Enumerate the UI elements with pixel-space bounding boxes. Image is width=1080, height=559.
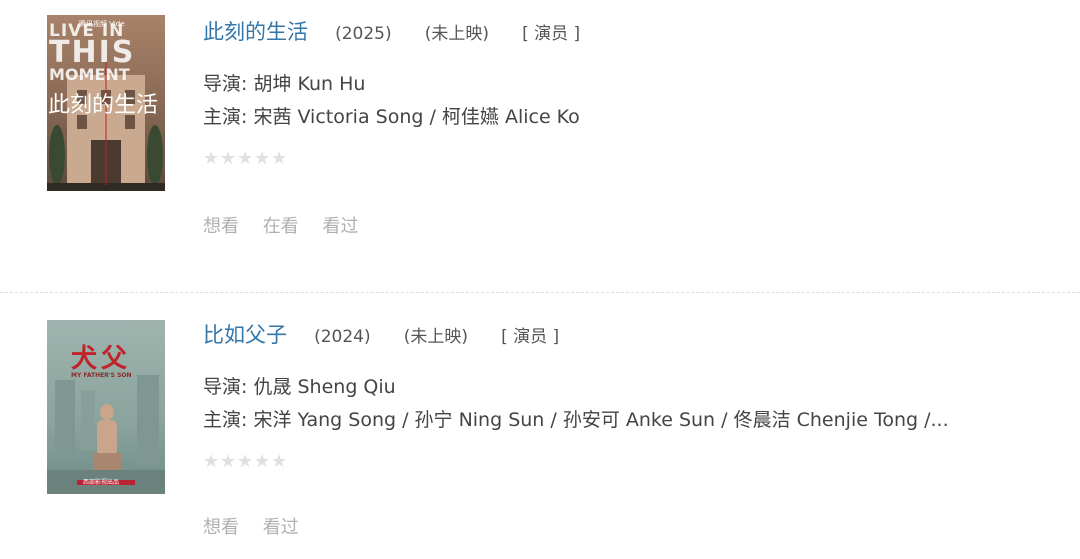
credits: 导演: 胡坤 Kun Hu 主演: 宋茜 Victoria Song / 柯佳嬿… xyxy=(203,68,1080,134)
list-item: 犬父 MY FATHER'S SON 西部影视出品 比如父子 (2024) (未… xyxy=(0,292,1080,559)
cast-line: 主演: 宋茜 Victoria Song / 柯佳嬿 Alice Ko xyxy=(203,106,580,128)
want-to-watch-link[interactable]: 想看 xyxy=(203,517,239,538)
release-status: (未上映) xyxy=(403,327,468,347)
star-empty-icon: ★ xyxy=(237,451,254,472)
star-empty-icon: ★ xyxy=(203,148,220,169)
poster-en-line3: MOMENT xyxy=(49,65,130,84)
watched-link[interactable]: 看过 xyxy=(263,517,299,538)
rating-stars: ★ ★ ★ ★ ★ xyxy=(203,453,1080,475)
filmography-list: 腾讯视频 Vide LIVE IN THIS MOMENT 此刻的生活 此刻的生… xyxy=(0,0,1080,559)
rating-stars: ★ ★ ★ ★ ★ xyxy=(203,150,1080,172)
credits: 导演: 仇晟 Sheng Qiu 主演: 宋洋 Yang Song / 孙宁 N… xyxy=(203,371,1080,437)
item-info: 比如父子 (2024) (未上映) [ 演员 ] 导演: 仇晟 Sheng Qi… xyxy=(203,319,1080,539)
watched-link[interactable]: 看过 xyxy=(322,216,358,237)
poster-cn-title: 此刻的生活 xyxy=(48,93,159,118)
star-empty-icon: ★ xyxy=(254,148,271,169)
year-label: (2025) xyxy=(335,24,392,44)
star-empty-icon: ★ xyxy=(203,451,220,472)
cast-line: 主演: 宋洋 Yang Song / 孙宁 Ning Sun / 孙安可 Ank… xyxy=(203,409,949,431)
role-label: [ 演员 ] xyxy=(501,327,560,347)
list-item: 腾讯视频 Vide LIVE IN THIS MOMENT 此刻的生活 此刻的生… xyxy=(0,0,1080,292)
star-empty-icon: ★ xyxy=(271,451,288,472)
movie-title-link[interactable]: 此刻的生活 xyxy=(203,20,308,44)
star-empty-icon: ★ xyxy=(254,451,271,472)
director-line: 导演: 仇晟 Sheng Qiu xyxy=(203,376,396,398)
star-empty-icon: ★ xyxy=(271,148,288,169)
director-line: 导演: 胡坤 Kun Hu xyxy=(203,73,366,95)
star-empty-icon: ★ xyxy=(220,148,237,169)
star-empty-icon: ★ xyxy=(237,148,254,169)
watching-link[interactable]: 在看 xyxy=(263,216,299,237)
role-label: [ 演员 ] xyxy=(522,24,581,44)
poster-image[interactable]: 犬父 MY FATHER'S SON 西部影视出品 xyxy=(47,320,165,494)
title-row: 此刻的生活 (2025) (未上映) [ 演员 ] xyxy=(203,16,1080,48)
poster-title-overlay: 腾讯视频 Vide LIVE IN THIS MOMENT 此刻的生活 xyxy=(47,15,165,191)
release-status: (未上映) xyxy=(424,24,489,44)
poster-image[interactable]: 腾讯视频 Vide LIVE IN THIS MOMENT 此刻的生活 xyxy=(47,15,165,191)
movie-title-link[interactable]: 比如父子 xyxy=(203,323,287,347)
title-row: 比如父子 (2024) (未上映) [ 演员 ] xyxy=(203,319,1080,351)
poster-title-overlay: 犬父 MY FATHER'S SON 西部影视出品 xyxy=(47,320,165,494)
poster-cn-title: 犬父 xyxy=(71,344,132,374)
item-info: 此刻的生活 (2025) (未上映) [ 演员 ] 导演: 胡坤 Kun Hu … xyxy=(203,16,1080,238)
want-to-watch-link[interactable]: 想看 xyxy=(203,216,239,237)
action-links: 想看 看过 xyxy=(203,513,1080,539)
star-empty-icon: ★ xyxy=(220,451,237,472)
action-links: 想看 在看 看过 xyxy=(203,212,1080,238)
poster-credit-text: 西部影视出品 xyxy=(83,479,120,486)
poster-en-title: MY FATHER'S SON xyxy=(71,372,132,379)
year-label: (2024) xyxy=(314,327,371,347)
